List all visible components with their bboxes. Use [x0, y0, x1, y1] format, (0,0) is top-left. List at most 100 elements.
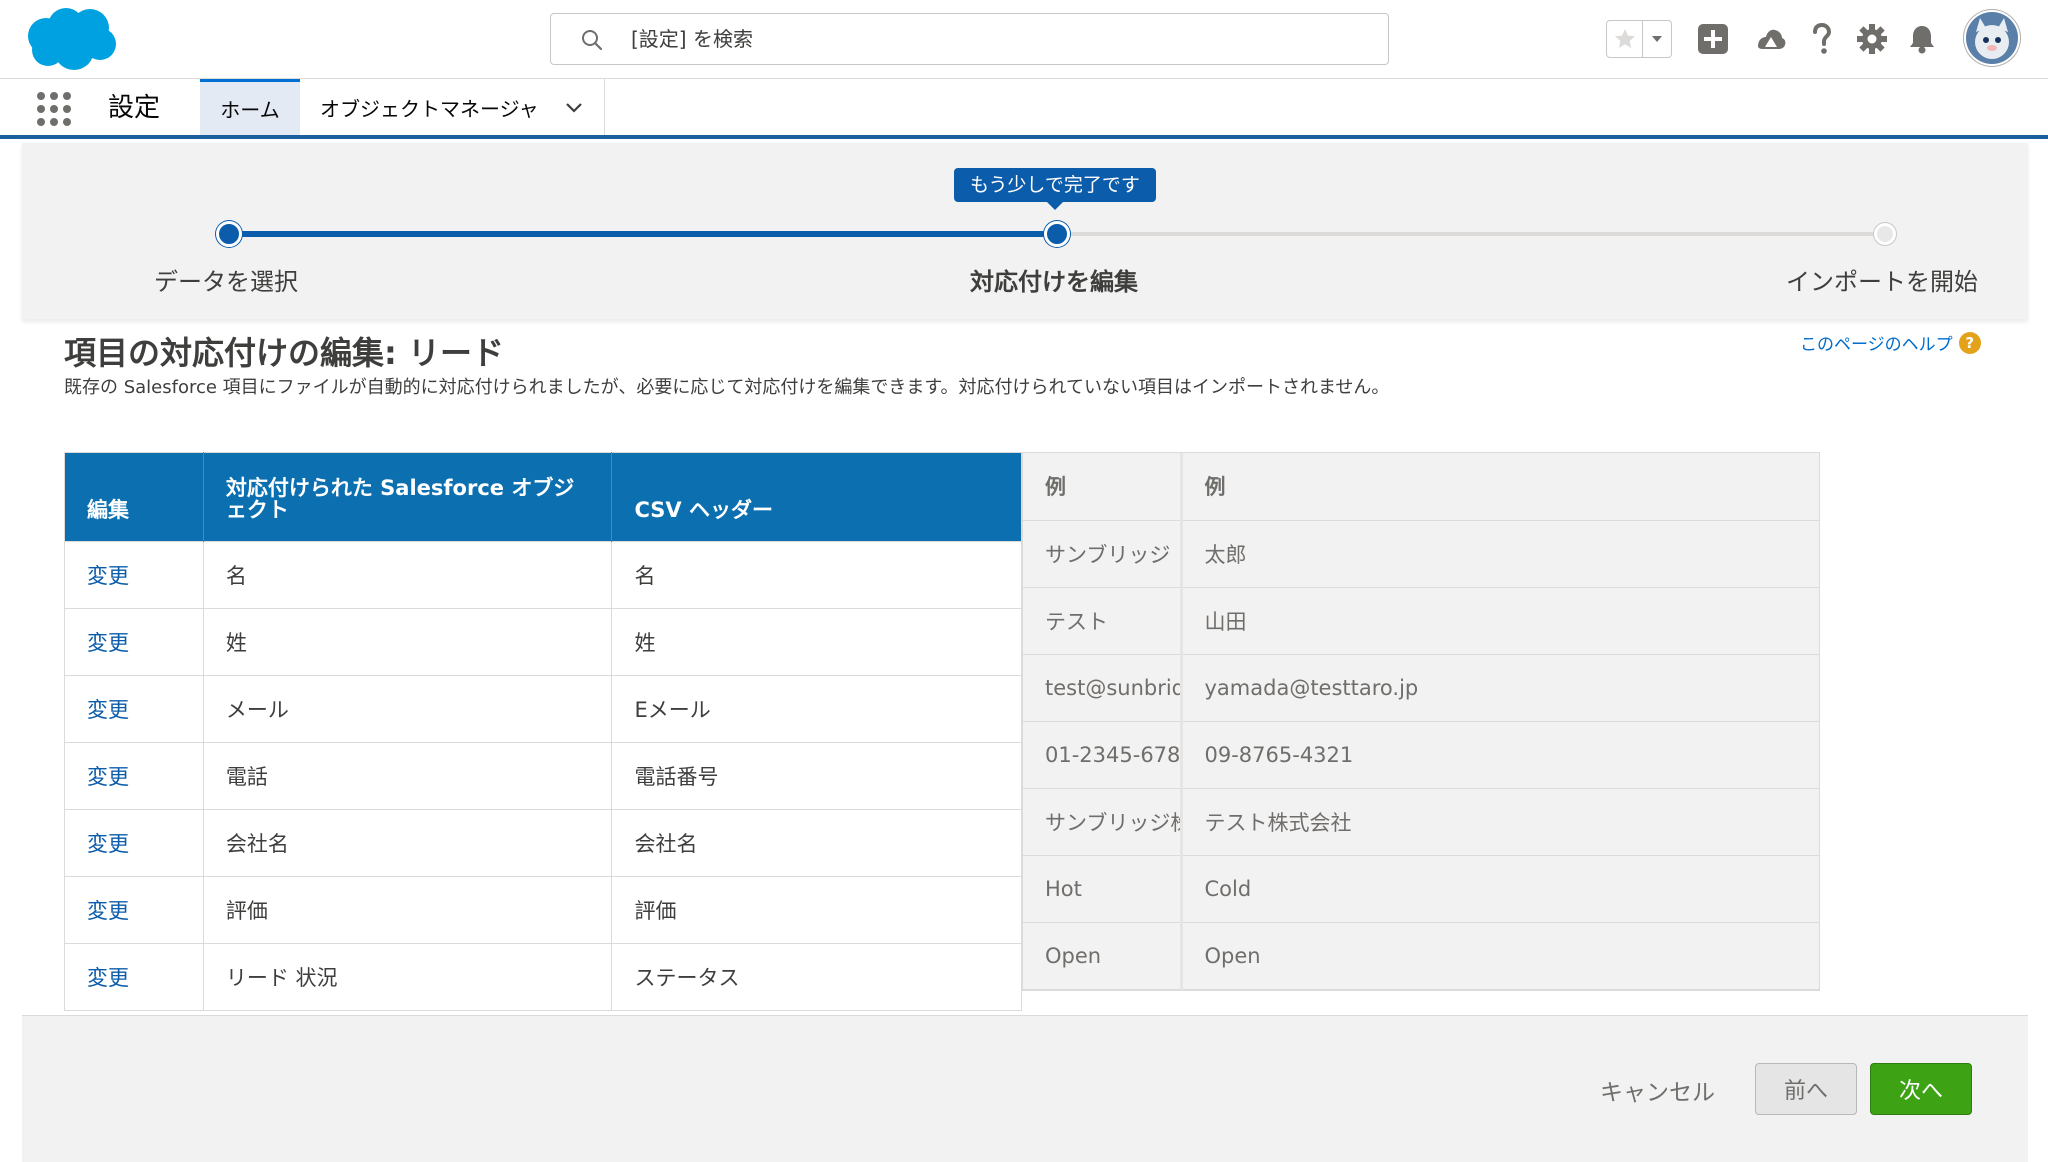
table-row: Open Open	[1023, 922, 1819, 990]
progress-track-incomplete	[1058, 232, 1884, 236]
cancel-button[interactable]: キャンセル	[1600, 1070, 1715, 1110]
edit-cell: 変更	[64, 809, 204, 877]
table-header-row: 編集 対応付けられた Salesforce オブジェクト CSV ヘッダー	[64, 452, 1022, 542]
change-link[interactable]: 変更	[87, 765, 129, 789]
table-row: テスト 山田	[1023, 587, 1819, 655]
notifications-button[interactable]	[1903, 20, 1941, 58]
step-label-select-data: データを選択	[154, 268, 298, 296]
page-title: 項目の対応付けの編集: リード	[64, 334, 504, 372]
wizard-footer	[22, 1015, 2028, 1162]
table-row: Hot Cold	[1023, 855, 1819, 923]
edit-cell: 変更	[64, 541, 204, 609]
csv-header-cell: Eメール	[611, 675, 1022, 743]
csv-header-cell: ステータス	[611, 943, 1022, 1011]
help-badge-icon: ?	[1958, 331, 1981, 354]
change-link[interactable]: 変更	[87, 832, 129, 856]
global-search[interactable]	[550, 13, 1389, 65]
favorite-button[interactable]	[1607, 21, 1643, 57]
example-cell: サンブリッジ	[1023, 520, 1183, 588]
global-actions-button[interactable]	[1694, 20, 1732, 58]
progress-track-complete	[228, 231, 1058, 237]
example-values-panel[interactable]: 例 例 サンブリッジ 太郎 テスト 山田 test@sunbridge.com …	[1022, 452, 1820, 991]
search-icon	[582, 30, 603, 51]
salesforce-field-cell: 評価	[203, 876, 613, 944]
csv-header-cell: 電話番号	[611, 742, 1022, 810]
example-cell: Cold	[1181, 855, 1819, 923]
salesforce-cloud-logo[interactable]	[22, 6, 118, 72]
favorites-menu-button[interactable]	[1643, 21, 1671, 57]
example-cell: サンブリッジ株式会社	[1023, 788, 1183, 856]
step-marker-edit-mapping[interactable]	[1044, 221, 1070, 247]
example-cell: 山田	[1181, 587, 1819, 655]
column-header-salesforce-object: 対応付けられた Salesforce オブジェクト	[203, 452, 613, 542]
edit-cell: 変更	[64, 675, 204, 743]
change-link[interactable]: 変更	[87, 899, 129, 923]
step-marker-select-data[interactable]	[216, 221, 242, 247]
salesforce-field-cell: メール	[203, 675, 613, 743]
example-cell: 09-8765-4321	[1181, 721, 1819, 789]
edit-cell: 変更	[64, 742, 204, 810]
table-row: サンブリッジ 太郎	[1023, 520, 1819, 588]
trailhead-icon	[1758, 29, 1786, 49]
csv-header-cell: 姓	[611, 608, 1022, 676]
app-launcher-icon[interactable]	[36, 91, 72, 127]
avatar[interactable]	[1964, 10, 2020, 66]
star-icon	[1614, 29, 1635, 48]
csv-header-cell: 名	[611, 541, 1022, 609]
setup-button[interactable]	[1853, 20, 1891, 58]
tab-home-label: ホーム	[220, 98, 280, 122]
search-input[interactable]	[631, 22, 1351, 56]
change-link[interactable]: 変更	[87, 631, 129, 655]
example-cell: test@sunbridge.com	[1023, 654, 1183, 722]
context-bar: 設定 ホーム オブジェクトマネージャ	[0, 79, 2048, 139]
column-header-example-1: 例	[1023, 453, 1183, 521]
chevron-down-icon[interactable]	[564, 97, 584, 117]
step-marker-start-import[interactable]	[1874, 223, 1896, 245]
table-row: 01-2345-6789 09-8765-4321	[1023, 721, 1819, 789]
table-row: 変更 評価 評価	[64, 876, 1022, 944]
tab-home[interactable]: ホーム	[200, 79, 300, 135]
table-row: サンブリッジ株式会社 テスト株式会社	[1023, 788, 1819, 856]
edit-cell: 変更	[64, 608, 204, 676]
edit-cell: 変更	[64, 876, 204, 944]
column-header-edit: 編集	[64, 452, 204, 542]
change-link[interactable]: 変更	[87, 564, 129, 588]
step-label-start-import: インポートを開始	[1786, 268, 1978, 296]
table-row: 変更 会社名 会社名	[64, 809, 1022, 877]
example-cell: 太郎	[1181, 520, 1819, 588]
bell-icon	[1910, 26, 1934, 54]
global-header	[0, 0, 2048, 79]
next-button[interactable]: 次へ	[1870, 1063, 1972, 1115]
app-name: 設定	[108, 93, 161, 123]
table-row: 変更 名 名	[64, 541, 1022, 609]
table-row: test@sunbridge.com yamada@testtaro.jp	[1023, 654, 1819, 722]
favorites-group	[1606, 20, 1672, 58]
example-cell: yamada@testtaro.jp	[1181, 654, 1819, 722]
field-mapping-table: 編集 対応付けられた Salesforce オブジェクト CSV ヘッダー 変更…	[64, 452, 1022, 1011]
tab-object-manager[interactable]: オブジェクトマネージャ	[300, 79, 605, 135]
salesforce-field-cell: 姓	[203, 608, 613, 676]
table-row: 変更 姓 姓	[64, 608, 1022, 676]
change-link[interactable]: 変更	[87, 966, 129, 990]
chevron-down-icon	[1652, 36, 1662, 42]
edit-cell: 変更	[64, 943, 204, 1011]
example-cell: 01-2345-6789	[1023, 721, 1183, 789]
previous-button[interactable]: 前へ	[1755, 1063, 1857, 1115]
table-header-row: 例 例	[1023, 453, 1819, 521]
gear-icon	[1857, 24, 1887, 54]
salesforce-field-cell: 会社名	[203, 809, 613, 877]
page-description: 既存の Salesforce 項目にファイルが自動的に対応付けられましたが、必要…	[64, 377, 1390, 398]
trailhead-button[interactable]	[1752, 20, 1790, 58]
table-row: 変更 メール Eメール	[64, 675, 1022, 743]
tab-object-manager-label: オブジェクトマネージャ	[320, 96, 539, 121]
table-row: 変更 電話 電話番号	[64, 742, 1022, 810]
help-link-label: このページのヘルプ	[1800, 335, 1953, 355]
salesforce-field-cell: リード 状況	[203, 943, 613, 1011]
change-link[interactable]: 変更	[87, 698, 129, 722]
example-cell: テスト	[1023, 587, 1183, 655]
csv-header-cell: 評価	[611, 876, 1022, 944]
help-button[interactable]	[1803, 20, 1841, 58]
help-link[interactable]: このページのヘルプ ?	[1800, 330, 1981, 355]
example-cell: Open	[1181, 922, 1819, 990]
step-label-edit-mapping: 対応付けを編集	[970, 268, 1138, 296]
